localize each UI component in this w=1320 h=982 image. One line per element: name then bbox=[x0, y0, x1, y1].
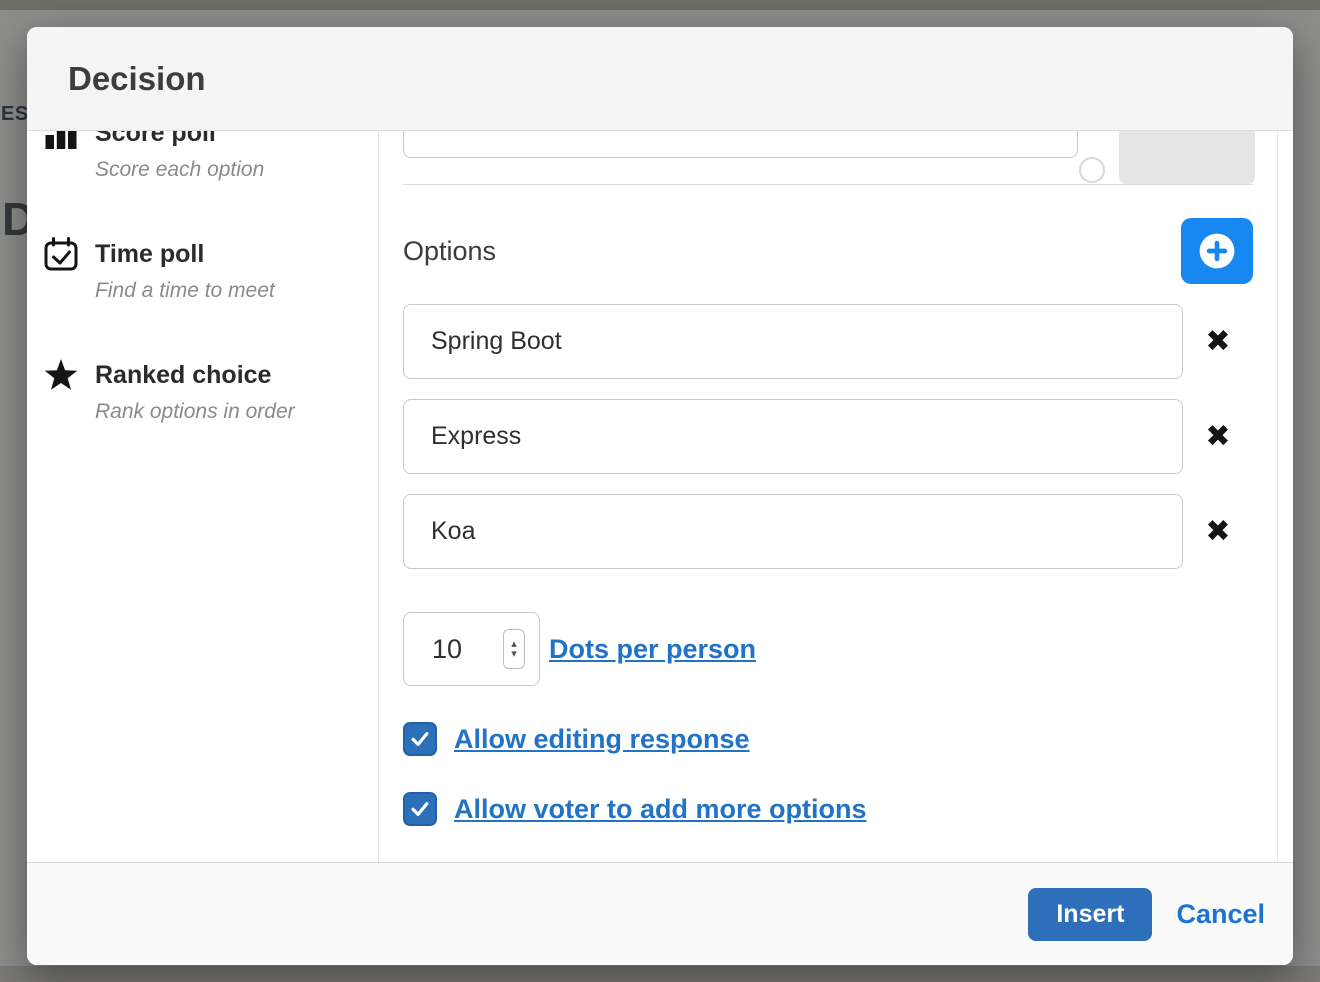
star-icon bbox=[41, 357, 81, 393]
sidebar-item-score-poll[interactable]: Score poll Score each option bbox=[41, 131, 378, 182]
add-option-button[interactable] bbox=[1181, 218, 1253, 284]
sidebar-item-row: Score poll bbox=[41, 131, 378, 155]
remove-option-button[interactable]: ✖ bbox=[1183, 422, 1253, 452]
options-header: Options bbox=[403, 218, 1253, 284]
option-input[interactable] bbox=[403, 399, 1183, 474]
sidebar-item-description: Rank options in order bbox=[95, 400, 378, 424]
decision-modal: Decision Score poll Score each option bbox=[27, 27, 1293, 965]
sidebar-item-label: Time poll bbox=[95, 240, 204, 269]
modal-header: Decision bbox=[27, 27, 1293, 131]
sidebar-item-description: Find a time to meet bbox=[95, 279, 378, 303]
remove-option-button[interactable]: ✖ bbox=[1183, 327, 1253, 357]
sidebar-item-row: Ranked choice bbox=[41, 353, 378, 397]
window-top-edge bbox=[0, 0, 1320, 10]
sidebar-item-ranked-choice[interactable]: Ranked choice Rank options in order bbox=[41, 353, 378, 424]
modal-body: Score poll Score each option Time poll bbox=[27, 131, 1293, 862]
option-row: ✖ bbox=[403, 304, 1253, 379]
allow-add-options-label[interactable]: Allow voter to add more options bbox=[454, 794, 867, 825]
check-icon bbox=[407, 796, 433, 822]
insert-button[interactable]: Insert bbox=[1028, 888, 1152, 941]
stepper-down-icon[interactable]: ▾ bbox=[511, 649, 517, 659]
window-bottom-edge bbox=[0, 966, 1320, 982]
allow-editing-row: Allow editing response bbox=[403, 722, 1253, 756]
option-input[interactable] bbox=[403, 304, 1183, 379]
sidebar-item-row: Time poll bbox=[41, 232, 378, 276]
remove-option-button[interactable]: ✖ bbox=[1183, 517, 1253, 547]
dots-count-value: 10 bbox=[432, 634, 462, 665]
allow-editing-label[interactable]: Allow editing response bbox=[454, 724, 750, 755]
toggle-knob-partial bbox=[1079, 157, 1105, 183]
allow-add-options-checkbox[interactable] bbox=[403, 792, 437, 826]
bar-chart-icon bbox=[41, 131, 81, 151]
sidebar-item-description: Score each option bbox=[95, 158, 378, 182]
option-row: ✖ bbox=[403, 399, 1253, 474]
options-label: Options bbox=[403, 236, 496, 267]
x-icon: ✖ bbox=[1205, 422, 1230, 452]
sidebar-item-label: Ranked choice bbox=[95, 361, 271, 390]
number-stepper[interactable]: ▴ ▾ bbox=[503, 629, 525, 669]
option-row: ✖ bbox=[403, 494, 1253, 569]
dots-count-input[interactable]: 10 ▴ ▾ bbox=[403, 612, 540, 686]
sidebar-item-time-poll[interactable]: Time poll Find a time to meet bbox=[41, 232, 378, 303]
dots-per-person-link[interactable]: Dots per person bbox=[549, 634, 756, 665]
cancel-button[interactable]: Cancel bbox=[1176, 899, 1265, 930]
allow-add-options-row: Allow voter to add more options bbox=[403, 792, 1253, 826]
dots-per-person-row: 10 ▴ ▾ Dots per person bbox=[403, 612, 1253, 686]
question-input[interactable] bbox=[403, 131, 1078, 158]
check-icon bbox=[407, 726, 433, 752]
sidebar-item-label: Score poll bbox=[95, 131, 216, 148]
modal-footer: Insert Cancel bbox=[27, 862, 1293, 965]
modal-title: Decision bbox=[68, 60, 206, 98]
plus-circle-icon bbox=[1198, 232, 1236, 270]
question-row-cropped bbox=[403, 131, 1253, 185]
poll-settings-panel: Options ✖ bbox=[379, 131, 1278, 862]
partial-button[interactable] bbox=[1119, 131, 1255, 185]
section-divider bbox=[403, 184, 1253, 185]
allow-editing-checkbox[interactable] bbox=[403, 722, 437, 756]
x-icon: ✖ bbox=[1205, 327, 1230, 357]
poll-type-sidebar: Score poll Score each option Time poll bbox=[27, 131, 379, 862]
x-icon: ✖ bbox=[1205, 517, 1230, 547]
option-input[interactable] bbox=[403, 494, 1183, 569]
calendar-check-icon bbox=[41, 236, 81, 272]
